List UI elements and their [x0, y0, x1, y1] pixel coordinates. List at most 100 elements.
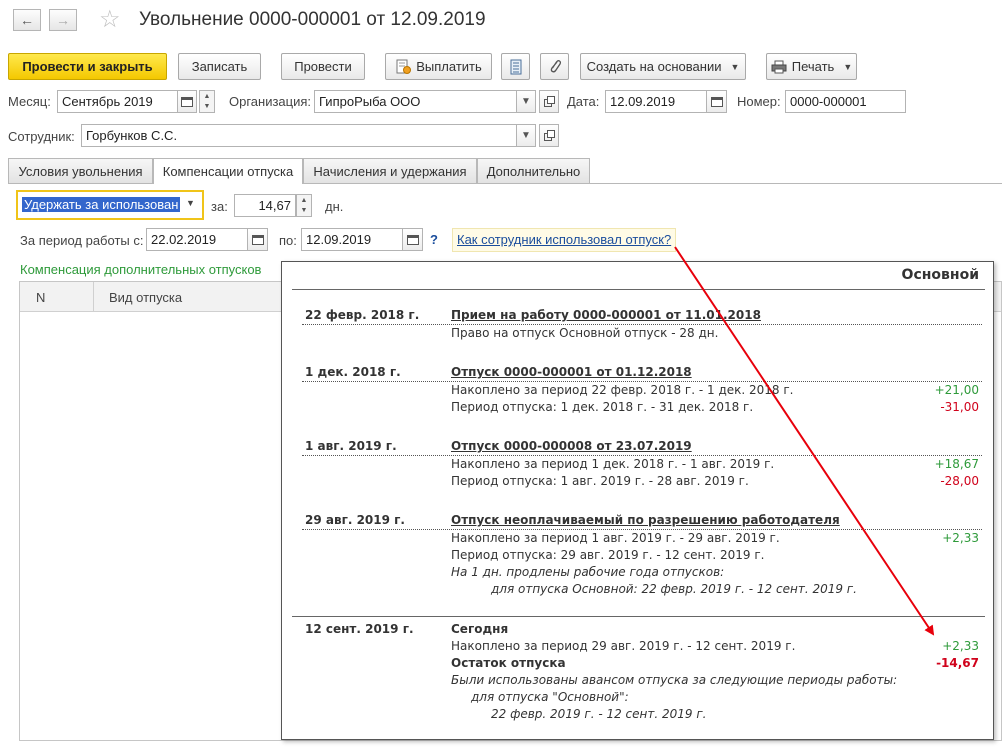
create-based-on-button[interactable]: Создать на основании ▼ — [580, 53, 746, 80]
balance-amount: -14,67 — [936, 656, 979, 670]
post-and-close-button[interactable]: Провести и закрыть — [8, 53, 167, 80]
save-button[interactable]: Записать — [178, 53, 261, 80]
tab-vacation-compensation[interactable]: Компенсации отпуска — [153, 158, 303, 184]
organization-label: Организация: — [229, 94, 312, 109]
entry-date: 29 авг. 2019 г. — [305, 513, 405, 527]
pay-button[interactable]: Выплатить — [385, 53, 492, 80]
open-link-icon — [543, 130, 555, 141]
post-label: Провести — [294, 59, 352, 74]
arrow-right-icon: → — [56, 12, 70, 28]
create-based-on-label: Создать на основании — [586, 59, 722, 74]
calendar-icon — [181, 97, 193, 107]
month-stepper[interactable]: ▲ ▼ — [199, 90, 215, 113]
days-field[interactable]: 14,67 — [234, 194, 296, 217]
post-button[interactable]: Провести — [281, 53, 365, 80]
help-question-icon[interactable]: ? — [430, 232, 438, 247]
organization-field[interactable]: ГипроРыба ООО — [314, 90, 517, 113]
tab-dismissal-conditions[interactable]: Условия увольнения — [8, 158, 153, 183]
print-label: Печать — [791, 59, 835, 74]
today-title: Сегодня — [451, 622, 509, 636]
period-to-calendar-button[interactable] — [402, 228, 423, 251]
entry-amount: -28,00 — [940, 474, 979, 488]
days-for-label: за: — [211, 199, 228, 214]
calendar-icon — [406, 235, 419, 245]
today-accrued-amount: +2,33 — [942, 639, 979, 653]
favorite-star-icon[interactable]: ☆ — [99, 5, 121, 34]
forward-button[interactable]: → — [49, 9, 77, 31]
period-from-field[interactable]: 22.02.2019 — [146, 228, 248, 251]
how-used-vacation-link[interactable]: Как сотрудник использовал отпуск? — [452, 228, 677, 252]
employee-field[interactable]: Горбунков С.С. — [81, 124, 517, 147]
dropdown-arrow-icon: ▼ — [186, 198, 195, 208]
employee-open-button[interactable] — [539, 124, 559, 147]
post-and-close-label: Провести и закрыть — [22, 59, 153, 74]
period-to-field[interactable]: 12.09.2019 — [301, 228, 403, 251]
open-link-icon — [543, 96, 555, 107]
period-from-calendar-button[interactable] — [247, 228, 268, 251]
calendar-icon — [710, 97, 723, 107]
entry-date: 1 дек. 2018 г. — [305, 365, 401, 379]
additional-vacations-title: Компенсация дополнительных отпусков — [20, 262, 262, 277]
print-button[interactable]: Печать ▼ — [766, 53, 857, 80]
today-divider — [292, 616, 985, 617]
compensation-mode-select[interactable]: Удержать за использован ▼ — [16, 190, 204, 220]
number-field[interactable]: 0000-000001 — [785, 90, 906, 113]
entry-note: для отпуска Основной: 22 февр. 2019 г. -… — [491, 582, 857, 596]
arrow-left-icon: ← — [20, 12, 34, 28]
calendar-icon — [251, 235, 264, 245]
date-label: Дата: — [567, 94, 600, 109]
date-calendar-button[interactable] — [706, 90, 727, 113]
period-from-label: За период работы с: — [20, 233, 144, 248]
advance-note-vacation: для отпуска "Основной": — [471, 690, 629, 704]
entry-line: Период отпуска: 1 авг. 2019 г. - 28 авг.… — [451, 474, 749, 488]
entry-line: Накоплено за период 22 февр. 2018 г. - 1… — [451, 383, 794, 397]
printer-icon — [771, 60, 787, 73]
report-list-icon — [510, 59, 521, 74]
tab-additional[interactable]: Дополнительно — [477, 158, 590, 183]
spin-up-icon: ▲ — [203, 92, 211, 100]
entry-line: Период отпуска: 29 авг. 2019 г. - 12 сен… — [451, 548, 765, 562]
dotted-divider — [302, 455, 982, 456]
organization-dropdown[interactable]: ▼ — [516, 90, 536, 113]
period-to-label: по: — [279, 233, 297, 248]
spin-up-icon: ▲ — [300, 196, 308, 204]
entry-amount: +21,00 — [934, 383, 979, 397]
entry-amount: -31,00 — [940, 400, 979, 414]
dotted-divider — [302, 529, 982, 530]
column-divider — [93, 282, 94, 312]
today-date: 12 сент. 2019 г. — [305, 622, 414, 636]
column-header-n[interactable]: N — [36, 290, 45, 305]
entry-date: 1 авг. 2019 г. — [305, 439, 397, 453]
organization-open-button[interactable] — [539, 90, 559, 113]
save-label: Записать — [191, 59, 248, 74]
tab-accruals-deductions[interactable]: Начисления и удержания — [303, 158, 477, 183]
entry-line: Период отпуска: 1 дек. 2018 г. - 31 дек.… — [451, 400, 754, 414]
pay-document-icon — [396, 59, 412, 74]
compensation-mode-value: Удержать за использован — [22, 197, 181, 212]
entry-title-link[interactable]: Прием на работу 0000-000001 от 11.01.201… — [451, 308, 761, 322]
entry-line: Право на отпуск Основной отпуск - 28 дн. — [451, 326, 719, 340]
attach-button[interactable] — [540, 53, 569, 80]
vacation-usage-popup: Основной 22 февр. 2018 г. Прием на работ… — [281, 261, 994, 740]
column-header-vacation-kind[interactable]: Вид отпуска — [109, 290, 182, 305]
dropdown-arrow-icon: ▼ — [730, 61, 740, 72]
date-field[interactable]: 12.09.2019 — [605, 90, 707, 113]
calendar-button[interactable] — [177, 90, 197, 113]
how-used-vacation-link-text: Как сотрудник использовал отпуск? — [457, 232, 672, 247]
spin-down-icon: ▼ — [203, 103, 211, 111]
back-button[interactable]: ← — [13, 9, 41, 31]
balance-label: Остаток отпуска — [451, 656, 566, 670]
entry-title-link[interactable]: Отпуск 0000-000001 от 01.12.2018 — [451, 365, 692, 379]
entry-title-link[interactable]: Отпуск 0000-000008 от 23.07.2019 — [451, 439, 692, 453]
spin-down-icon: ▼ — [300, 207, 308, 215]
employee-dropdown[interactable]: ▼ — [516, 124, 536, 147]
days-stepper[interactable]: ▲ ▼ — [296, 194, 312, 217]
entry-line: Накоплено за период 1 дек. 2018 г. - 1 а… — [451, 457, 775, 471]
month-field[interactable]: Сентябрь 2019 — [57, 90, 178, 113]
month-label: Месяц: — [8, 94, 51, 109]
popup-header: Основной — [901, 267, 979, 283]
advance-note-period: 22 февр. 2019 г. - 12 сент. 2019 г. — [491, 707, 707, 721]
popup-header-divider — [292, 289, 985, 290]
entry-title-link[interactable]: Отпуск неоплачиваемый по разрешению рабо… — [451, 513, 840, 527]
report-button[interactable] — [501, 53, 530, 80]
